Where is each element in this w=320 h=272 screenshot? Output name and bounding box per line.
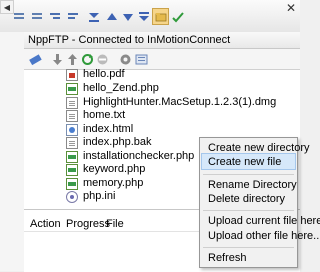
column-header-progress[interactable]: Progress <box>66 218 110 230</box>
menu-item-rename-directory[interactable]: Rename Directory <box>208 179 297 191</box>
move-up-icon <box>106 12 117 20</box>
php-file-icon <box>66 163 78 176</box>
indent-icon <box>67 12 78 19</box>
toolbar-button-check[interactable] <box>169 8 186 25</box>
list-item[interactable]: hello_Zend.php <box>66 82 159 95</box>
menu-item-upload-other-file[interactable]: Upload other file here... <box>208 230 320 242</box>
toolbar-button-8[interactable] <box>135 8 152 25</box>
column-header-file[interactable]: File <box>106 218 124 230</box>
list-item[interactable]: installationchecker.php <box>66 150 194 163</box>
toolbar-button-3[interactable] <box>46 8 63 25</box>
document-file-icon <box>66 96 78 109</box>
php-file-icon <box>66 177 78 190</box>
download-icon[interactable] <box>50 52 64 66</box>
list-item[interactable]: home.txt <box>66 109 125 122</box>
file-name: installationchecker.php <box>83 150 195 162</box>
toolbar-button-7[interactable] <box>119 8 136 25</box>
toolbar-button-4[interactable] <box>64 8 81 25</box>
pdf-file-icon <box>66 68 78 81</box>
panel-title: NppFTP - Connected to InMotionConnect <box>24 32 300 49</box>
spellcheck-icon <box>171 11 184 22</box>
menu-item-refresh[interactable]: Refresh <box>208 252 247 264</box>
folder-icon <box>155 12 166 21</box>
close-icon[interactable]: ✕ <box>286 1 296 15</box>
list-icon <box>31 12 42 19</box>
ini-file-icon <box>66 190 78 203</box>
list-item[interactable]: php.ini <box>66 190 115 203</box>
toolbar-button-6[interactable] <box>103 8 120 25</box>
messages-icon[interactable] <box>134 52 148 66</box>
move-down-icon <box>122 13 133 21</box>
list-item[interactable]: index.html <box>66 123 133 136</box>
document-file-icon <box>66 136 78 149</box>
file-name: keyword.php <box>83 163 146 175</box>
menu-item-create-file[interactable]: Create new file <box>208 156 281 168</box>
toolbar-button-1[interactable] <box>10 8 27 25</box>
file-name: index.html <box>83 123 134 135</box>
outdent-icon <box>49 12 60 19</box>
refresh-icon[interactable] <box>80 52 94 66</box>
menu-item-delete-directory[interactable]: Delete directory <box>208 193 285 205</box>
menu-separator <box>203 247 294 248</box>
expand-icon <box>138 11 149 21</box>
settings-icon[interactable] <box>118 52 132 66</box>
list-item[interactable]: memory.php <box>66 177 143 190</box>
collapse-icon <box>88 12 99 22</box>
file-name: home.txt <box>83 109 126 121</box>
file-name: php.ini <box>83 190 116 202</box>
menu-item-create-directory[interactable]: Create new directory <box>208 142 310 154</box>
file-name: memory.php <box>83 177 144 189</box>
toolbar-button-ftp[interactable] <box>152 8 169 25</box>
list-item[interactable]: hello.pdf <box>66 68 125 81</box>
html-file-icon <box>66 123 78 136</box>
file-name: hello_Zend.php <box>83 82 159 94</box>
column-header-action[interactable]: Action <box>30 218 61 230</box>
php-file-icon <box>66 82 78 95</box>
menu-separator <box>203 174 294 175</box>
upload-icon[interactable] <box>65 52 79 66</box>
menu-item-upload-current-file[interactable]: Upload current file here <box>208 215 320 227</box>
toolbar-button-2[interactable] <box>28 8 45 25</box>
list-item[interactable]: index.php.bak <box>66 136 152 149</box>
list-item[interactable]: keyword.php <box>66 163 145 176</box>
abort-icon[interactable] <box>95 52 109 66</box>
document-file-icon <box>66 109 78 122</box>
list-icon <box>13 12 24 19</box>
php-file-icon <box>66 150 78 163</box>
file-name: HighlightHunter.MacSetup.1.2.3(1).dmg <box>83 96 277 108</box>
left-gutter <box>0 32 25 271</box>
list-item[interactable]: HighlightHunter.MacSetup.1.2.3(1).dmg <box>66 96 276 109</box>
menu-separator <box>203 210 294 211</box>
toolbar-button-5[interactable] <box>85 8 102 25</box>
file-name: hello.pdf <box>83 68 125 80</box>
connect-icon[interactable] <box>28 52 42 66</box>
file-name: index.php.bak <box>83 136 152 148</box>
